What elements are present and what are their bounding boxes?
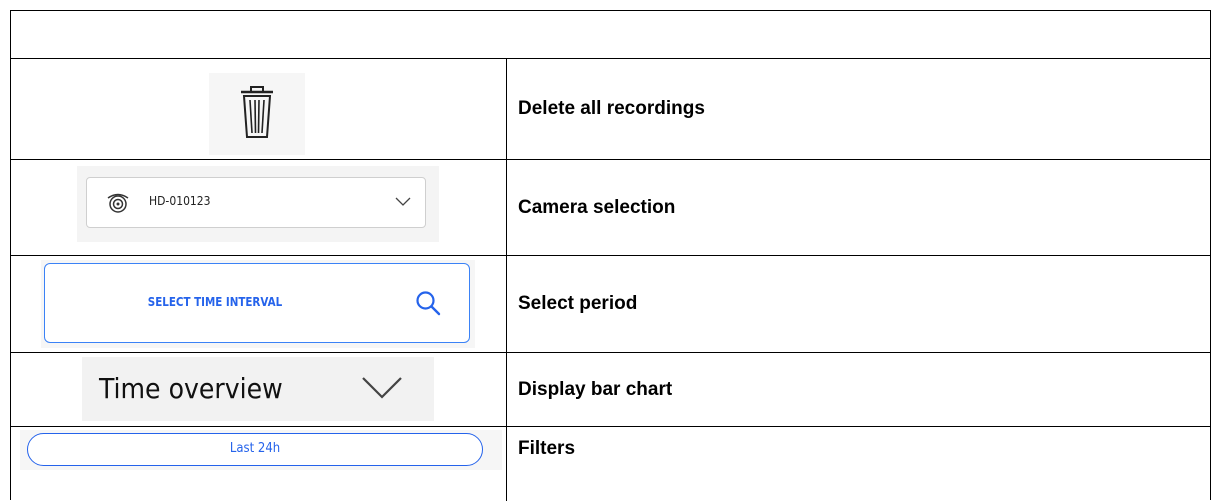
filter-last-24h-button[interactable]: Last 24h [27,433,483,466]
select-time-interval-button[interactable]: SELECT TIME INTERVAL [44,263,470,343]
table-row-chart: Time overview Display bar chart [11,353,1210,427]
table-header-row [11,11,1210,59]
legend-table: Delete all recordings HD-010123 Camera s… [10,10,1211,501]
table-row-delete: Delete all recordings [11,59,1210,160]
table-cell-description: Select period [518,293,638,314]
camera-icon [107,193,129,213]
filter-preview: Last 24h [20,430,502,470]
search-icon [416,291,441,316]
chevron-down-icon [395,197,411,206]
delete-all-button[interactable] [209,73,305,155]
table-cell-description: Display bar chart [518,378,673,400]
select-time-interval-label: SELECT TIME INTERVAL [147,295,283,309]
table-row-camera: HD-010123 Camera selection [11,160,1210,256]
time-overview-toggle[interactable]: Time overview [82,357,434,421]
trash-icon [241,86,273,138]
time-overview-label: Time overview [99,372,283,405]
table-cell-icon: HD-010123 [11,160,507,255]
camera-select[interactable]: HD-010123 [86,177,426,228]
chevron-down-icon [362,377,402,399]
table-cell-description: Camera selection [518,196,676,218]
table-cell-description: Delete all recordings [518,98,705,119]
camera-select-preview: HD-010123 [77,166,439,242]
table-cell-icon [11,59,507,159]
camera-select-value: HD-010123 [149,194,211,208]
table-row-period: SELECT TIME INTERVAL Select period [11,256,1210,353]
select-interval-preview: SELECT TIME INTERVAL [41,260,475,348]
table-cell-icon: SELECT TIME INTERVAL [11,256,507,352]
table-cell-icon: Time overview [11,353,507,426]
